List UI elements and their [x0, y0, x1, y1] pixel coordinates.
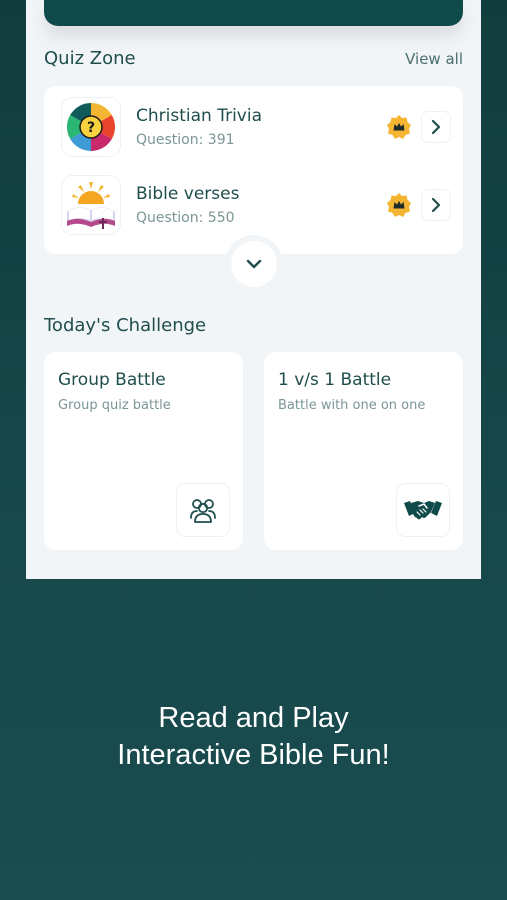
trivia-wheel-icon: ? [62, 98, 120, 156]
view-all-link[interactable]: View all [405, 50, 463, 68]
quiz-item-bible-verses[interactable]: Bible verses Question: 550 [44, 167, 463, 243]
crown-badge-icon [386, 114, 412, 140]
challenge-card-title: 1 v/s 1 Battle [278, 370, 392, 390]
promo-line-2: Interactive Bible Fun! [117, 739, 390, 771]
one-vs-one-battle-button[interactable] [397, 484, 449, 536]
quiz-item-question-count: Question: 391 [136, 132, 235, 148]
group-people-icon [190, 499, 216, 523]
quiz-item-title: Christian Trivia [136, 106, 262, 126]
quiz-zone-title: Quiz Zone [44, 48, 136, 69]
handshake-icon [404, 501, 442, 520]
challenge-card-subtitle: Battle with one on one [278, 398, 426, 413]
chevron-right-icon [431, 119, 441, 135]
quiz-zone-header: Quiz Zone View all [44, 48, 463, 69]
challenge-header: Today's Challenge [44, 315, 463, 336]
group-battle-button[interactable] [177, 484, 229, 536]
promo-text: Read and Play Interactive Bible Fun! [0, 700, 507, 774]
group-battle-card[interactable]: Group Battle Group quiz battle [44, 352, 243, 550]
quiz-item-title: Bible verses [136, 184, 240, 204]
challenge-card-subtitle: Group quiz battle [58, 398, 171, 413]
quiz-item-christian-trivia[interactable]: ? Christian Trivia Question: 391 [44, 89, 463, 165]
open-bible-sunrise-icon [62, 176, 120, 234]
challenge-card-title: Group Battle [58, 370, 166, 390]
one-vs-one-battle-card[interactable]: 1 v/s 1 Battle Battle with one on one [264, 352, 463, 550]
open-quiz-button[interactable] [422, 112, 450, 142]
quiz-list-card: ? Christian Trivia Question: 391 Bible v… [44, 86, 463, 254]
chevron-right-icon [431, 197, 441, 213]
promo-line-1: Read and Play [158, 702, 349, 734]
quiz-item-question-count: Question: 550 [136, 210, 235, 226]
expand-list-button[interactable] [231, 241, 277, 287]
challenge-title: Today's Challenge [44, 315, 207, 336]
top-banner-card[interactable] [44, 0, 463, 26]
app-screen: Quiz Zone View all ? Christian Trivia Qu… [26, 0, 481, 579]
chevron-down-icon [246, 259, 262, 269]
open-quiz-button[interactable] [422, 190, 450, 220]
svg-text:?: ? [87, 120, 95, 136]
crown-badge-icon [386, 192, 412, 218]
